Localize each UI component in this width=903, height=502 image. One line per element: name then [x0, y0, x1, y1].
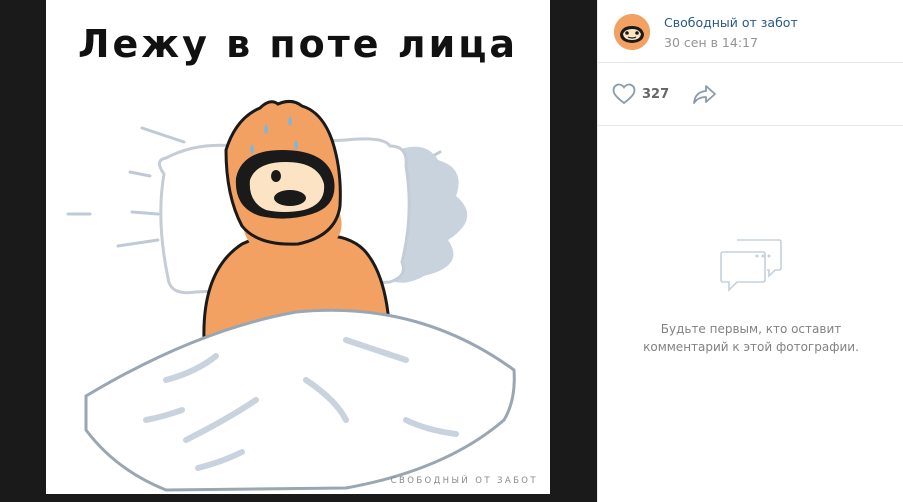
- author-name-link[interactable]: Свободный от забот: [664, 15, 798, 30]
- heart-outline-icon: [612, 83, 636, 105]
- sloth-avatar-icon: [614, 14, 650, 50]
- photo-watermark: Свободный от забот: [390, 476, 538, 486]
- comments-empty-state: Будьте первым, кто оставит комментарий к…: [598, 238, 903, 356]
- sloth-nose: [271, 170, 281, 182]
- avatar[interactable]: [614, 14, 650, 50]
- share-arrow-icon: [693, 85, 716, 104]
- like-button[interactable]: 327: [612, 82, 669, 106]
- photo-viewer[interactable]: Лежу в поте лица СВОБОДНЫЙ ОТ ЗАБОТ: [0, 0, 597, 502]
- speech-bubbles-icon: [720, 239, 782, 292]
- post-header: Свободный от забот 30 сен в 14:17: [598, 0, 903, 63]
- blanket: [84, 308, 516, 492]
- sloth-mouth: [274, 190, 306, 206]
- like-count: 327: [642, 86, 670, 102]
- photo[interactable]: Лежу в поте лица СВОБОДНЫЙ ОТ ЗАБОТ: [46, 0, 550, 494]
- post-sidebar: Свободный от забот 30 сен в 14:17 327 Бу…: [597, 0, 903, 502]
- sloth-illustration: [66, 99, 516, 492]
- comments-empty-text-line1: Будьте первым, кто оставит: [660, 322, 842, 336]
- comments-empty-text-line2: комментарий к этой фотографии.: [643, 340, 859, 354]
- post-actions: 327: [598, 63, 903, 126]
- share-button[interactable]: [692, 82, 718, 106]
- post-date[interactable]: 30 сен в 14:17: [664, 35, 758, 50]
